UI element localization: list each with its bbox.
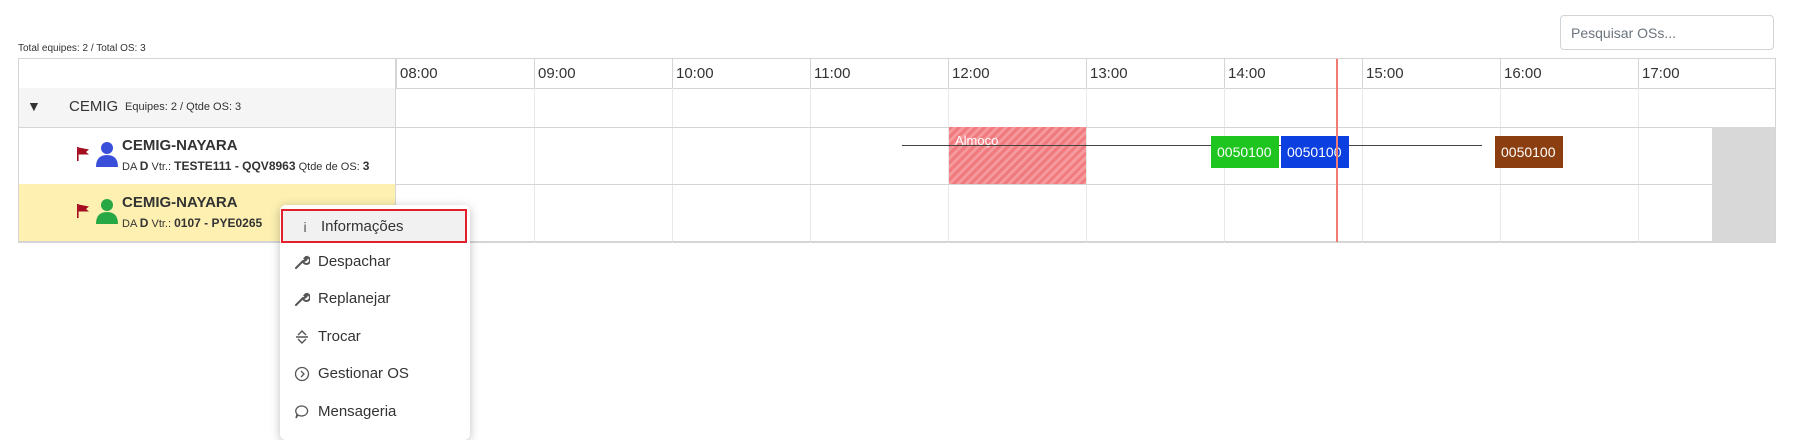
team-timeline [396, 184, 1775, 242]
group-row[interactable]: ▼ CEMIG Equipes: 2 / Qtde OS: 3 [19, 88, 395, 128]
hour-label: 15:00 [1362, 59, 1500, 88]
hour-label: 08:00 [396, 59, 534, 88]
route-line [902, 145, 1482, 146]
team-meta: DA D Vtr.: 0107 - PYE0265 [122, 216, 263, 230]
hour-label: 16:00 [1500, 59, 1638, 88]
team-name: CEMIG-NAYARA [122, 194, 238, 211]
team-row[interactable]: CEMIG-NAYARA DA D Vtr.: TESTE111 - QQV89… [19, 127, 395, 185]
group-name: CEMIG [69, 98, 119, 115]
search-input[interactable] [1560, 15, 1774, 50]
menu-item-gestionar-os[interactable]: Gestionar OS [280, 358, 470, 390]
unavailable-block [1712, 184, 1775, 242]
unavailable-block [1712, 127, 1775, 184]
info-icon: i [303, 219, 307, 235]
team-name: CEMIG-NAYARA [122, 137, 238, 154]
collapse-caret-icon[interactable]: ▼ [27, 98, 41, 114]
person-icon [96, 142, 118, 167]
order-block[interactable]: 0050100 [1281, 136, 1349, 168]
chat-icon [295, 405, 309, 419]
flag-icon [77, 204, 89, 218]
hour-label: 09:00 [534, 59, 672, 88]
group-timeline [396, 88, 1775, 128]
group-meta: Equipes: 2 / Qtde OS: 3 [125, 101, 242, 113]
chevron-circle-icon [294, 366, 310, 382]
menu-item-replanejar[interactable]: Replanejar [280, 283, 470, 315]
current-time-line [1336, 59, 1338, 242]
hour-label: 11:00 [810, 59, 948, 88]
hour-label: 10:00 [672, 59, 810, 88]
wrench-icon [295, 292, 310, 306]
total-summary: Total equipes: 2 / Total OS: 3 [18, 43, 146, 54]
wrench-icon [295, 255, 310, 269]
order-block[interactable]: 0050100 [1211, 136, 1279, 168]
team-meta: DA D Vtr.: TESTE111 - QQV8963 Qtde de OS… [122, 159, 370, 173]
lunch-block: Almoço [949, 127, 1086, 184]
menu-item-trocar[interactable]: Trocar [280, 321, 470, 353]
hour-label: 17:00 [1638, 59, 1776, 88]
order-block[interactable]: 0050100 [1495, 136, 1563, 168]
context-menu: i Informações Despachar Replanejar Troca… [280, 205, 470, 440]
menu-item-despachar[interactable]: Despachar [280, 246, 470, 278]
hour-label: 14:00 [1224, 59, 1362, 88]
menu-item-mensageria[interactable]: Mensageria [280, 396, 470, 428]
person-icon [96, 199, 118, 224]
flag-icon [77, 147, 89, 161]
hour-label: 12:00 [948, 59, 1086, 88]
hour-label: 13:00 [1086, 59, 1224, 88]
menu-item-informacoes[interactable]: i Informações [281, 209, 467, 243]
swap-icon [296, 330, 308, 344]
